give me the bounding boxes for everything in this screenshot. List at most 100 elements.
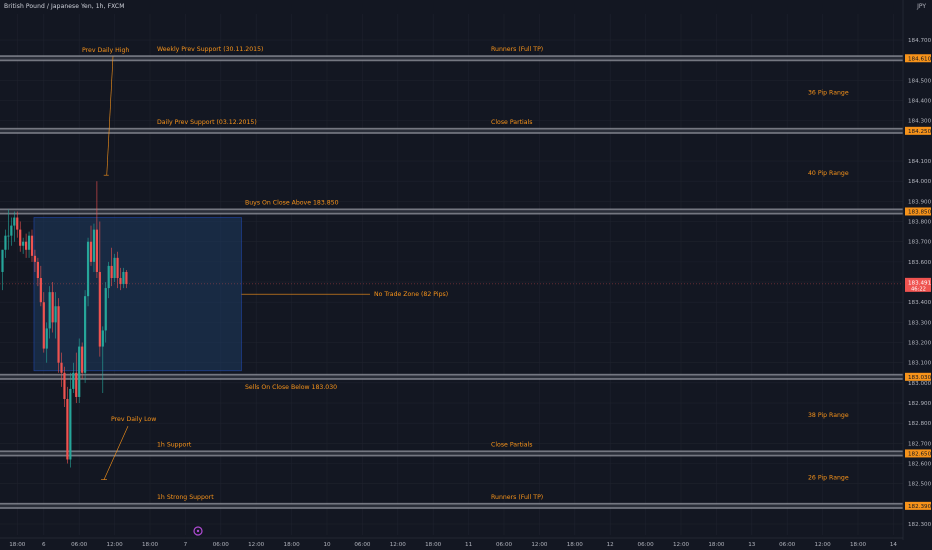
price-tick-label: 183.400 bbox=[908, 300, 932, 306]
candle-body bbox=[57, 306, 60, 363]
price-level-tag-text: 183.850 bbox=[908, 210, 932, 216]
candle-body bbox=[51, 292, 54, 323]
candle-body bbox=[63, 372, 66, 399]
time-tick-label: 12:00 bbox=[673, 542, 690, 548]
candle-body bbox=[19, 229, 22, 246]
candle-body bbox=[42, 302, 45, 349]
time-tick-label: 6 bbox=[42, 542, 46, 548]
time-tick-label: 06:00 bbox=[354, 542, 371, 548]
level-band-core bbox=[0, 504, 903, 508]
time-tick-label: 7 bbox=[184, 542, 188, 548]
level-band-core bbox=[0, 210, 903, 213]
time-tick-label: 12:00 bbox=[390, 542, 407, 548]
candle-body bbox=[33, 255, 37, 262]
candle-body bbox=[4, 235, 7, 250]
candle-body bbox=[116, 257, 119, 279]
candle-body bbox=[48, 292, 51, 329]
candle-body bbox=[89, 241, 93, 262]
time-tick-label: 12:00 bbox=[107, 542, 124, 548]
candle-body bbox=[69, 388, 72, 460]
time-tick-label: 06:00 bbox=[638, 542, 655, 548]
price-tick-label: 183.600 bbox=[908, 260, 932, 266]
symbol-title[interactable]: British Pound / Japanese Yen, 1h, FXCM bbox=[4, 3, 124, 10]
candle-body bbox=[45, 328, 48, 349]
candle-body bbox=[113, 257, 116, 279]
candle-body bbox=[125, 271, 128, 285]
candle-body bbox=[25, 241, 28, 250]
candle-body bbox=[66, 398, 69, 460]
price-tick-label: 184.400 bbox=[908, 99, 932, 105]
price-tick-label: 182.600 bbox=[908, 462, 932, 468]
level-band-core bbox=[0, 129, 903, 133]
price-level-tag-text: 184.610 bbox=[908, 56, 932, 62]
price-tick-label: 184.000 bbox=[908, 179, 932, 185]
currency-label: JPY bbox=[917, 3, 926, 10]
candle[interactable] bbox=[86, 237, 90, 307]
candle-body bbox=[75, 372, 78, 397]
annotation-prev-daily-low: Prev Daily Low bbox=[111, 416, 156, 423]
candle-body bbox=[78, 346, 81, 397]
candle-body bbox=[98, 271, 101, 347]
candle[interactable] bbox=[78, 338, 81, 404]
price-chart[interactable]: No Trade Zone (82 Pips) Weekly Prev Suppo… bbox=[0, 0, 932, 550]
candle[interactable] bbox=[57, 298, 60, 373]
candle-body bbox=[27, 235, 31, 250]
price-tick-label: 183.100 bbox=[908, 361, 932, 367]
price-level-tag-text: 182.650 bbox=[908, 452, 932, 458]
price-tick-label: 182.700 bbox=[908, 441, 932, 447]
no-trade-zone-box[interactable] bbox=[33, 217, 242, 372]
price-tick-label: 184.100 bbox=[908, 159, 932, 165]
candle[interactable] bbox=[113, 253, 116, 283]
level-band-core bbox=[0, 375, 903, 379]
price-tick-label: 184.500 bbox=[908, 78, 932, 84]
level-label-left: 1h Strong Support bbox=[157, 494, 214, 501]
level-label-left: Daily Prev Support (03.12.2015) bbox=[157, 119, 257, 126]
candle-body bbox=[39, 278, 42, 303]
candle-body bbox=[101, 330, 104, 347]
candle[interactable] bbox=[84, 290, 87, 383]
time-tick-label: 18:00 bbox=[142, 542, 159, 548]
price-tick-label: 184.700 bbox=[908, 38, 932, 44]
pip-range-label: 26 Pip Range bbox=[808, 475, 849, 482]
pip-range-label: 38 Pip Range bbox=[808, 412, 849, 419]
time-tick-label: 14 bbox=[890, 542, 898, 548]
candle-body bbox=[36, 261, 39, 279]
price-tick-label: 183.300 bbox=[908, 320, 932, 326]
level-label-left: Sells On Close Below 183.030 bbox=[245, 384, 337, 391]
time-tick-label: 12:00 bbox=[248, 542, 265, 548]
candle-body bbox=[16, 217, 19, 230]
price-tick-label: 183.800 bbox=[908, 220, 932, 226]
level-label-left: Weekly Prev Support (30.11.2015) bbox=[157, 46, 263, 53]
level-band-core bbox=[0, 56, 903, 60]
level-label-right: Runners (Full TP) bbox=[491, 46, 543, 53]
price-level-tag-text: 184.250 bbox=[908, 129, 932, 135]
price-tick-label: 182.500 bbox=[908, 482, 932, 488]
candle-body bbox=[104, 288, 107, 331]
level-label-right: Close Partials bbox=[491, 441, 533, 448]
candle-body bbox=[119, 278, 122, 285]
level-label-right: Runners (Full TP) bbox=[491, 494, 543, 501]
bar-countdown: 46:22 bbox=[911, 286, 926, 292]
price-tick-label: 184.300 bbox=[908, 119, 932, 125]
annotation-prev-daily-high: Prev Daily High bbox=[82, 47, 129, 54]
candle-body bbox=[92, 229, 96, 262]
price-tick-label: 183.900 bbox=[908, 199, 932, 205]
candle-body bbox=[54, 306, 57, 323]
time-tick-label: 12 bbox=[607, 542, 614, 548]
price-tick-label: 183.200 bbox=[908, 341, 932, 347]
candle-body bbox=[30, 235, 34, 256]
price-tick-label: 182.300 bbox=[908, 522, 932, 528]
candle-body bbox=[10, 225, 13, 236]
candle-body bbox=[81, 346, 84, 373]
candle-body bbox=[7, 235, 10, 237]
candle-body bbox=[60, 362, 63, 373]
time-tick-label: 06:00 bbox=[71, 542, 88, 548]
price-tick-label: 183.000 bbox=[908, 381, 932, 387]
level-label-left: Buys On Close Above 183.850 bbox=[245, 199, 339, 206]
no-trade-zone-label: No Trade Zone (82 Pips) bbox=[374, 291, 448, 298]
time-tick-label: 11 bbox=[465, 542, 473, 548]
price-tick-label: 182.800 bbox=[908, 421, 932, 427]
chart-container[interactable]: British Pound / Japanese Yen, 1h, FXCM J… bbox=[0, 0, 932, 550]
price-tick-label: 182.900 bbox=[908, 401, 932, 407]
candle-body bbox=[84, 296, 87, 373]
